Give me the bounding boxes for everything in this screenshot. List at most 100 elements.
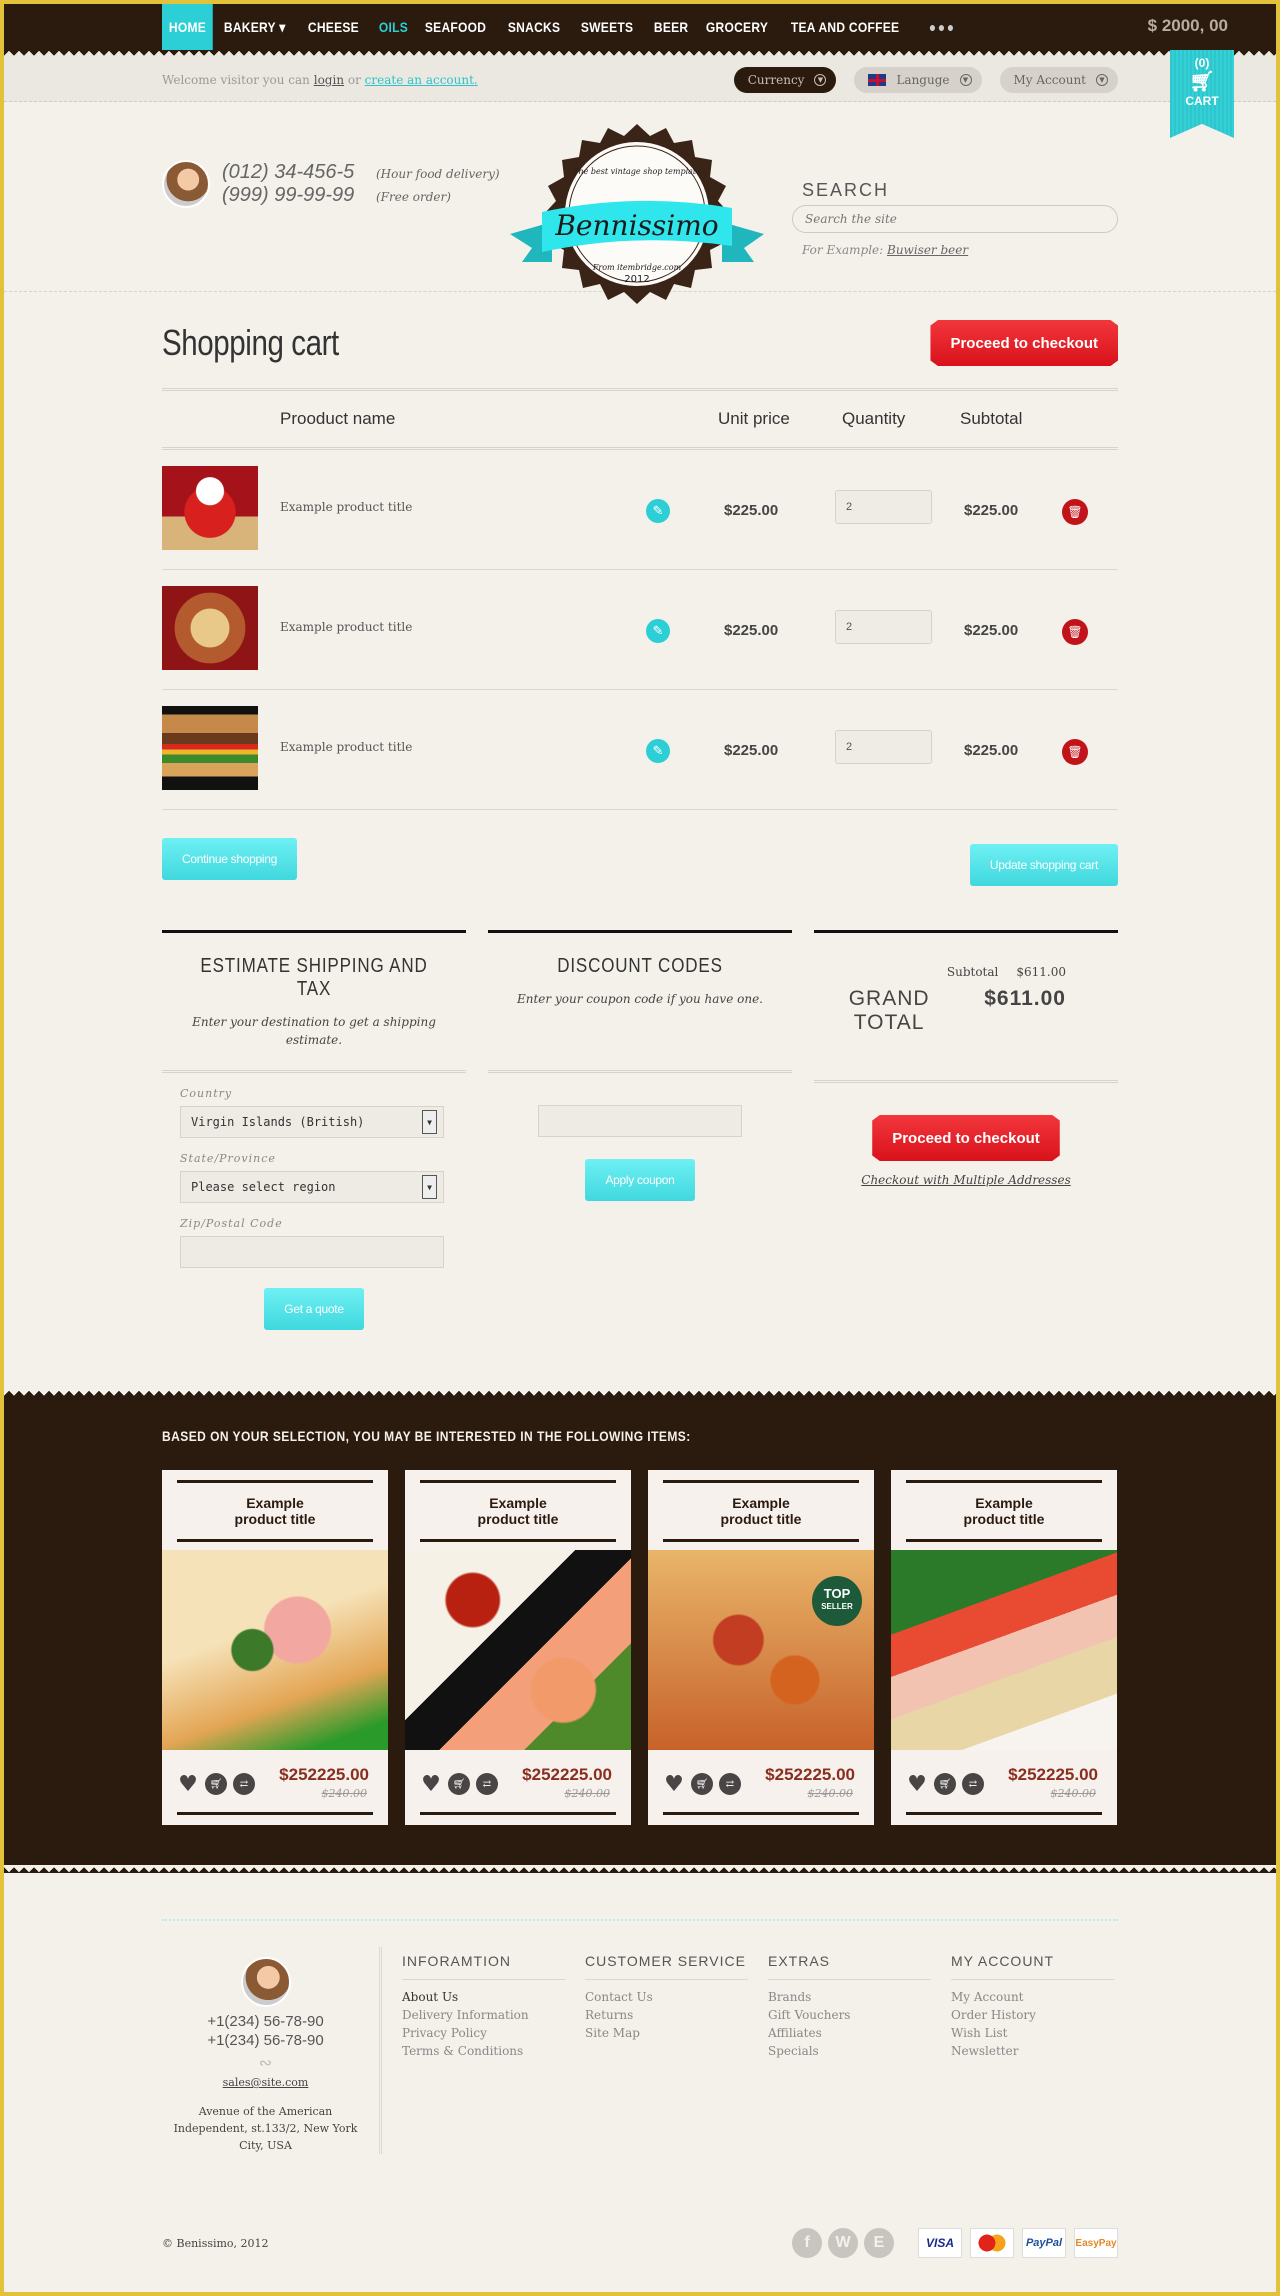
heart-icon[interactable]: ♥ — [177, 1772, 199, 1797]
footer-email-link[interactable]: sales@site.com — [162, 2076, 369, 2089]
edit-icon[interactable]: ✎ — [646, 619, 670, 643]
top-nav-bar: HOME BAKERY ▾ CHEESE OILS SEAFOOD SNACKS… — [4, 4, 1276, 138]
product-thumbnail[interactable] — [162, 706, 258, 790]
get-quote-button[interactable]: Get a quote — [264, 1288, 364, 1330]
login-link[interactable]: login — [314, 73, 344, 87]
footer-link-specials[interactable]: Specials — [768, 2042, 931, 2060]
cart-icon[interactable]: 🛒︎ — [691, 1773, 713, 1795]
footer-link-gift-vouchers[interactable]: Gift Vouchers — [768, 2006, 931, 2024]
product-price: $252225.00 — [765, 1765, 855, 1784]
chevron-down-icon: ▼ — [814, 74, 827, 86]
proceed-to-checkout-button-top[interactable]: Proceed to checkout — [930, 320, 1118, 366]
product-card-image[interactable] — [405, 1550, 631, 1750]
multi-address-checkout-link[interactable]: Checkout with Multiple Addresses — [814, 1173, 1118, 1187]
edit-icon[interactable]: ✎ — [646, 499, 670, 523]
continue-shopping-button[interactable]: Continue shopping — [162, 838, 297, 880]
evernote-icon[interactable]: E — [864, 2228, 894, 2258]
cart-icon[interactable]: 🛒︎ — [934, 1773, 956, 1795]
heart-icon[interactable]: ♥ — [663, 1772, 685, 1797]
currency-dropdown[interactable]: Currency ▼ — [733, 67, 837, 93]
heart-icon[interactable]: ♥ — [906, 1772, 928, 1797]
trash-icon[interactable]: 🗑︎ — [1062, 619, 1088, 645]
footer-link-my-account[interactable]: My Account — [951, 1988, 1114, 2006]
nav-item-home[interactable]: HOME — [162, 4, 213, 50]
cart-icon[interactable]: 🛒︎ — [205, 1773, 227, 1795]
product-thumbnail[interactable] — [162, 586, 258, 670]
wordpress-icon[interactable]: W — [828, 2228, 858, 2258]
product-title[interactable]: Example product title — [280, 620, 412, 634]
footer-link-returns[interactable]: Returns — [585, 2006, 748, 2024]
chevron-down-icon: ▼ — [959, 74, 972, 86]
product-price: $252225.00 — [1008, 1765, 1098, 1784]
nav-more-button[interactable]: ●●● — [922, 4, 963, 50]
nav-item-tea-and-coffee[interactable]: TEA AND COFFEE — [784, 4, 906, 50]
nav-item-bakery[interactable]: BAKERY ▾ — [217, 4, 292, 50]
cart-count: (0) — [1194, 56, 1210, 70]
create-account-link[interactable]: create an account. — [365, 73, 478, 87]
trash-icon[interactable]: 🗑︎ — [1062, 499, 1088, 525]
product-card-title[interactable]: Example product title — [420, 1480, 616, 1542]
footer-link-order-history[interactable]: Order History — [951, 2006, 1114, 2024]
product-card[interactable]: Example product title ♥ 🛒︎ ⇄ $252225.00 … — [405, 1470, 631, 1825]
compare-icon[interactable]: ⇄ — [962, 1773, 984, 1795]
search-example-link[interactable]: Buwiser beer — [887, 243, 968, 257]
footer-link-delivery-information[interactable]: Delivery Information — [402, 2006, 565, 2024]
account-dropdown[interactable]: My Account ▼ — [999, 67, 1118, 93]
product-title[interactable]: Example product title — [280, 500, 412, 514]
trash-icon[interactable]: 🗑︎ — [1062, 739, 1088, 765]
quantity-input[interactable] — [835, 610, 932, 644]
product-price: $252225.00 — [279, 1765, 369, 1784]
language-dropdown[interactable]: Languge ▼ — [854, 67, 982, 93]
footer-link-affiliates[interactable]: Affiliates — [768, 2024, 931, 2042]
product-card-title[interactable]: Example product title — [906, 1480, 1102, 1542]
proceed-to-checkout-button[interactable]: Proceed to checkout — [872, 1115, 1060, 1161]
facebook-icon[interactable]: f — [792, 2228, 822, 2258]
footer-link-about-us[interactable]: About Us — [402, 1988, 565, 2006]
quantity-input[interactable] — [835, 730, 932, 764]
compare-icon[interactable]: ⇄ — [233, 1773, 255, 1795]
footer-link-brands[interactable]: Brands — [768, 1988, 931, 2006]
nav-item-seafood[interactable]: SEAFOOD — [418, 4, 493, 50]
nav-item-sweets[interactable]: SWEETS — [574, 4, 640, 50]
product-card-image[interactable] — [162, 1550, 388, 1750]
product-card-image[interactable] — [891, 1550, 1117, 1750]
welcome-message: Welcome visitor you can login or create … — [162, 73, 478, 87]
footer-link-newsletter[interactable]: Newsletter — [951, 2042, 1114, 2060]
search-input[interactable] — [792, 205, 1118, 233]
edit-icon[interactable]: ✎ — [646, 739, 670, 763]
compare-icon[interactable]: ⇄ — [476, 1773, 498, 1795]
product-card[interactable]: Example product title TOP SELLER ♥ 🛒︎ ⇄ $… — [648, 1470, 874, 1825]
product-title[interactable]: Example product title — [280, 740, 412, 754]
footer-link-site-map[interactable]: Site Map — [585, 2024, 748, 2042]
apply-coupon-button[interactable]: Apply coupon — [585, 1159, 695, 1201]
product-card-title[interactable]: Example product title — [663, 1480, 859, 1542]
product-old-price: $240.00 — [807, 1787, 854, 1800]
update-cart-button[interactable]: Update shopping cart — [969, 844, 1118, 886]
nav-item-beer[interactable]: BEER — [647, 4, 695, 50]
footer-link-terms[interactable]: Terms & Conditions — [402, 2042, 565, 2060]
cart-row: Example product title ✎ $225.00 $225.00 … — [162, 690, 1118, 810]
nav-item-oils[interactable]: OILS — [372, 4, 415, 50]
coupon-input[interactable] — [538, 1105, 742, 1137]
heart-icon[interactable]: ♥ — [420, 1772, 442, 1797]
zip-input[interactable] — [180, 1236, 444, 1268]
country-select[interactable]: Virgin Islands (British) ▼ — [180, 1106, 444, 1138]
row-subtotal: $225.00 — [964, 502, 1019, 519]
footer-link-privacy-policy[interactable]: Privacy Policy — [402, 2024, 565, 2042]
state-select[interactable]: Please select region ▼ — [180, 1171, 444, 1203]
product-card[interactable]: Example product title ♥ 🛒︎ ⇄ $252225.00 … — [162, 1470, 388, 1825]
cart-icon[interactable]: 🛒︎ — [448, 1773, 470, 1795]
nav-item-cheese[interactable]: CHEESE — [301, 4, 366, 50]
product-old-price: $240.00 — [564, 1787, 611, 1800]
compare-icon[interactable]: ⇄ — [719, 1773, 741, 1795]
nav-item-grocery[interactable]: GROCERY — [699, 4, 775, 50]
footer-link-wish-list[interactable]: Wish List — [951, 2024, 1114, 2042]
site-logo[interactable]: The best vintage shop template Bennissim… — [492, 122, 782, 322]
unit-price: $225.00 — [724, 622, 779, 639]
product-card-title[interactable]: Example product title — [177, 1480, 373, 1542]
product-card[interactable]: Example product title ♥ 🛒︎ ⇄ $252225.00 … — [891, 1470, 1117, 1825]
product-thumbnail[interactable] — [162, 466, 258, 550]
quantity-input[interactable] — [835, 490, 932, 524]
footer-link-contact-us[interactable]: Contact Us — [585, 1988, 748, 2006]
nav-item-snacks[interactable]: SNACKS — [501, 4, 567, 50]
